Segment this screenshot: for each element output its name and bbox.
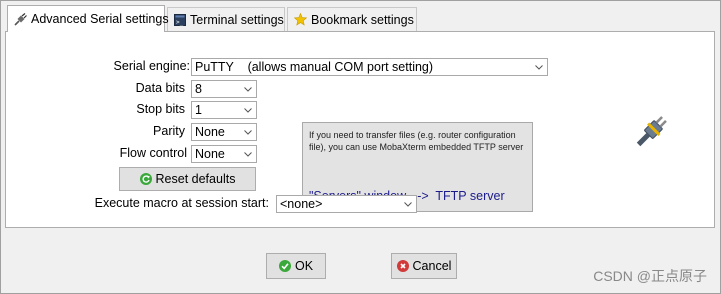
serial-engine-value: PuTTY (allows manual COM port setting)	[195, 60, 434, 74]
svg-text:>_: >_	[176, 19, 184, 26]
parity-value: None	[195, 125, 225, 139]
terminal-icon: >_	[174, 13, 186, 26]
tab-label: Advanced Serial settings	[31, 12, 169, 26]
star-icon	[294, 13, 307, 26]
watermark: CSDN @正点原子	[593, 268, 707, 284]
cancel-icon	[396, 260, 409, 272]
data-bits-select[interactable]: 8	[191, 80, 257, 98]
ok-label: OK	[294, 259, 314, 273]
chevron-down-icon	[243, 81, 253, 97]
stop-bits-value: 1	[195, 103, 202, 117]
execute-macro-select[interactable]: <none>	[276, 195, 417, 213]
cancel-label: Cancel	[412, 259, 452, 273]
chevron-down-icon	[534, 59, 544, 75]
tab-label: Bookmark settings	[311, 12, 414, 27]
data-bits-value: 8	[195, 82, 202, 96]
serial-engine-label: Serial engine:	[113, 59, 190, 73]
serial-plug-icon	[14, 12, 27, 26]
serial-engine-select[interactable]: PuTTY (allows manual COM port setting)	[191, 58, 548, 76]
chevron-down-icon	[243, 102, 253, 118]
serial-plug-icon	[634, 110, 670, 152]
reset-defaults-button[interactable]: Reset defaults	[119, 167, 256, 191]
chevron-down-icon	[403, 196, 413, 212]
tab-label: Terminal settings	[190, 12, 284, 27]
flow-control-value: None	[195, 147, 225, 161]
execute-macro-value: <none>	[280, 197, 323, 211]
reset-icon	[139, 173, 152, 185]
flow-control-select[interactable]: None	[191, 145, 257, 163]
tftp-info-text: If you need to transfer files (e.g. rout…	[309, 130, 524, 152]
stop-bits-label: Stop bits	[136, 102, 185, 116]
cancel-button[interactable]: Cancel	[391, 253, 457, 279]
chevron-down-icon	[243, 146, 253, 162]
stop-bits-select[interactable]: 1	[191, 101, 257, 119]
reset-defaults-label: Reset defaults	[155, 172, 236, 186]
tab-bookmark-settings[interactable]: Bookmark settings	[287, 7, 417, 31]
data-bits-label: Data bits	[135, 81, 185, 95]
parity-label: Parity	[153, 124, 185, 138]
tab-terminal-settings[interactable]: >_ Terminal settings	[167, 7, 285, 31]
flow-control-label: Flow control	[119, 146, 187, 160]
execute-macro-label: Execute macro at session start:	[94, 196, 269, 210]
tab-advanced-serial-settings[interactable]: Advanced Serial settings	[7, 5, 169, 32]
ok-button[interactable]: OK	[266, 253, 326, 279]
settings-panel: Serial engine: PuTTY (allows manual COM …	[5, 31, 715, 228]
parity-select[interactable]: None	[191, 123, 257, 141]
chevron-down-icon	[243, 124, 253, 140]
check-icon	[278, 260, 291, 272]
